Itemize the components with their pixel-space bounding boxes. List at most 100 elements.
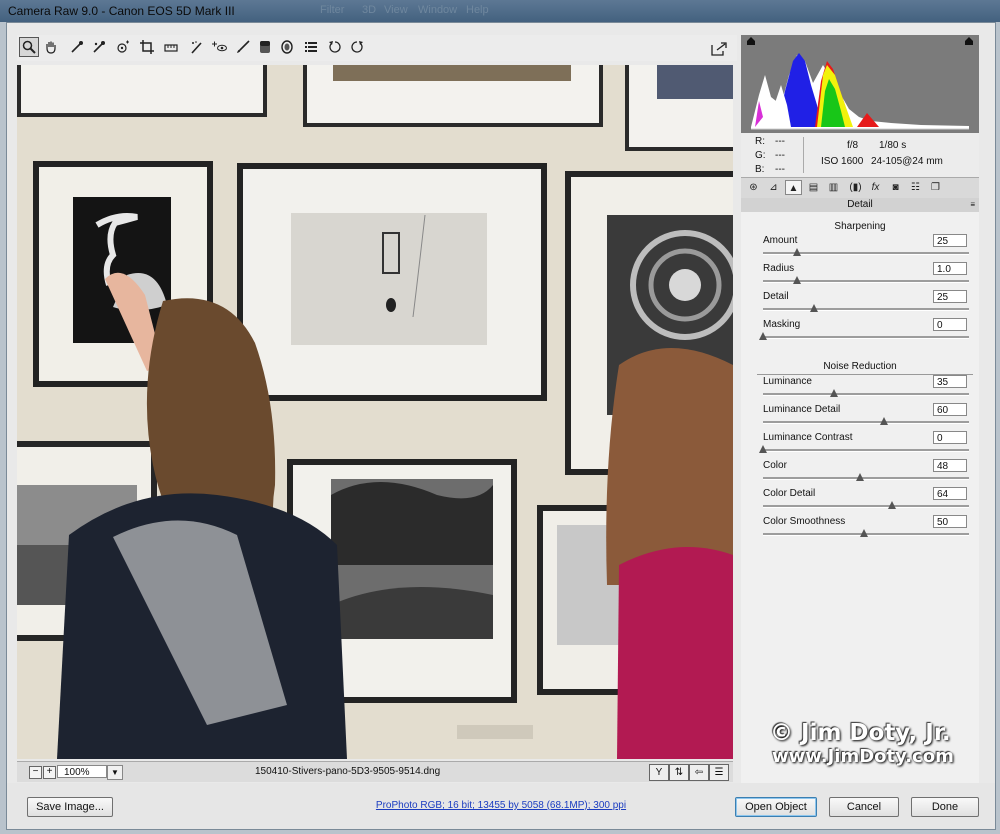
slider-label: Color Detail: [763, 488, 816, 499]
adjustment-brush-icon[interactable]: [233, 37, 253, 57]
noise-slider-row: Color Detail 64: [763, 487, 973, 515]
tab-hsl-icon[interactable]: ▤: [805, 180, 822, 195]
red-eye-icon[interactable]: [209, 37, 229, 57]
slider-thumb[interactable]: [888, 501, 897, 509]
iso-readout: ISO 1600: [821, 156, 864, 167]
r-value: ---: [775, 136, 785, 147]
file-name: 150410-Stivers-pano-5D3-9505-9514.dng: [255, 766, 441, 777]
white-balance-icon[interactable]: [67, 37, 87, 57]
open-object-button[interactable]: Open Object: [735, 797, 817, 817]
slider-thumb[interactable]: [855, 473, 864, 481]
noise-slider-row: Color 48: [763, 459, 973, 487]
slider-label: Amount: [763, 235, 798, 246]
tab-lens-corrections-icon[interactable]: (▮): [847, 180, 864, 195]
b-value: ---: [775, 164, 785, 175]
sharpening-slider-row: Masking 0: [759, 318, 973, 346]
tab-effects-icon[interactable]: fx: [867, 180, 884, 195]
graduated-filter-icon[interactable]: [255, 37, 275, 57]
done-button[interactable]: Done: [911, 797, 979, 817]
noise-slider-row: Color Smoothness 50: [763, 515, 973, 543]
image-preview[interactable]: [17, 65, 733, 759]
watermark-url: www.JimDoty.com: [772, 746, 954, 767]
tab-presets-icon[interactable]: ☷: [907, 180, 924, 195]
ghost-menu-help: Help: [466, 4, 489, 16]
slider-track[interactable]: [763, 393, 969, 396]
slider-track[interactable]: [763, 308, 969, 311]
slider-thumb[interactable]: [880, 417, 889, 425]
panel-tabs: ⊛ ⊿ ▲ ▤ ▥ (▮) fx ◙ ☷ ❐: [741, 177, 979, 199]
slider-thumb[interactable]: [759, 445, 767, 453]
tab-basic-icon[interactable]: ⊛: [745, 180, 762, 195]
lens-readout: 24-105@24 mm: [871, 156, 943, 167]
copyright-watermark: © Jim Doty, Jr. www.JimDoty.com: [770, 720, 990, 767]
slider-label: Detail: [763, 291, 789, 302]
slider-value-field[interactable]: 25: [933, 234, 967, 247]
crop-icon[interactable]: [137, 37, 157, 57]
slider-value-field[interactable]: 0: [933, 318, 967, 331]
copy-settings-icon[interactable]: ⇦: [689, 764, 709, 781]
gallery-photo: [17, 65, 733, 759]
slider-track[interactable]: [763, 336, 969, 339]
r-label: R:: [755, 136, 765, 147]
noise-section-title: Noise Reduction: [823, 361, 897, 372]
open-fullscreen-icon[interactable]: [709, 39, 729, 59]
slider-value-field[interactable]: 60: [933, 403, 967, 416]
rotate-ccw-icon[interactable]: [325, 37, 345, 57]
slider-track[interactable]: [763, 449, 969, 452]
toggle-settings-icon[interactable]: ☰: [709, 764, 729, 781]
preferences-list-icon[interactable]: [301, 37, 321, 57]
hand-icon[interactable]: [41, 37, 61, 57]
noise-slider-row: Luminance Contrast 0: [759, 431, 973, 459]
slider-value-field[interactable]: 35: [933, 375, 967, 388]
slider-label: Luminance: [763, 376, 812, 387]
watermark-name: © Jim Doty, Jr.: [770, 720, 951, 746]
rotate-cw-icon[interactable]: [347, 37, 367, 57]
adjustment-panel: R: --- G: --- B: --- f/8 1/80 s ISO 1600…: [741, 35, 979, 783]
before-after-view-icon[interactable]: Y: [649, 764, 669, 781]
slider-value-field[interactable]: 25: [933, 290, 967, 303]
color-sampler-icon[interactable]: [89, 37, 109, 57]
targeted-adjustment-icon[interactable]: [113, 37, 133, 57]
spot-removal-icon[interactable]: [187, 37, 207, 57]
zoom-out-button[interactable]: −: [29, 766, 42, 779]
slider-thumb[interactable]: [860, 529, 868, 537]
tab-camera-calibration-icon[interactable]: ◙: [887, 180, 904, 195]
slider-track[interactable]: [763, 505, 969, 508]
swap-settings-icon[interactable]: ⇅: [669, 764, 689, 781]
pixel-info: R: --- G: --- B: --- f/8 1/80 s ISO 1600…: [741, 133, 979, 177]
aperture-readout: f/8: [847, 140, 859, 151]
sharpening-slider-row: Radius 1.0: [763, 262, 973, 290]
zoom-level-field[interactable]: 100%: [57, 765, 107, 778]
slider-thumb[interactable]: [793, 276, 802, 284]
sharpening-section-title: Sharpening: [834, 221, 886, 232]
slider-thumb[interactable]: [809, 304, 818, 312]
ghost-menu-3d: 3D: [362, 4, 377, 16]
slider-value-field[interactable]: 48: [933, 459, 967, 472]
tool-bar: [17, 35, 737, 61]
slider-track[interactable]: [763, 477, 969, 480]
tab-detail-icon[interactable]: ▲: [785, 180, 802, 195]
slider-thumb[interactable]: [793, 248, 802, 256]
zoom-dropdown-chevron-icon[interactable]: ▼: [107, 765, 123, 780]
tab-split-toning-icon[interactable]: ▥: [825, 180, 842, 195]
slider-track[interactable]: [763, 421, 969, 424]
straighten-icon[interactable]: [161, 37, 181, 57]
slider-thumb[interactable]: [829, 389, 838, 397]
ghost-menu-filter: Filter: [320, 4, 345, 16]
slider-value-field[interactable]: 64: [933, 487, 967, 500]
cancel-button[interactable]: Cancel: [829, 797, 899, 817]
zoom-in-button[interactable]: +: [43, 766, 56, 779]
noise-slider-row: Luminance Detail 60: [763, 403, 973, 431]
tab-tone-curve-icon[interactable]: ⊿: [765, 180, 782, 195]
slider-value-field[interactable]: 50: [933, 515, 967, 528]
slider-thumb[interactable]: [759, 332, 767, 340]
slider-value-field[interactable]: 0: [933, 431, 967, 444]
radial-filter-icon[interactable]: [277, 37, 297, 57]
slider-value-field[interactable]: 1.0: [933, 262, 967, 275]
panel-menu-icon[interactable]: ≡: [970, 198, 975, 212]
zoom-icon[interactable]: [19, 37, 39, 57]
ghost-menu-view: View: [384, 4, 408, 16]
g-value: ---: [775, 150, 785, 161]
tab-snapshots-icon[interactable]: ❐: [927, 180, 944, 195]
camera-raw-dialog: − + 100% ▼ 150410-Stivers-pano-5D3-9505-…: [6, 22, 996, 830]
